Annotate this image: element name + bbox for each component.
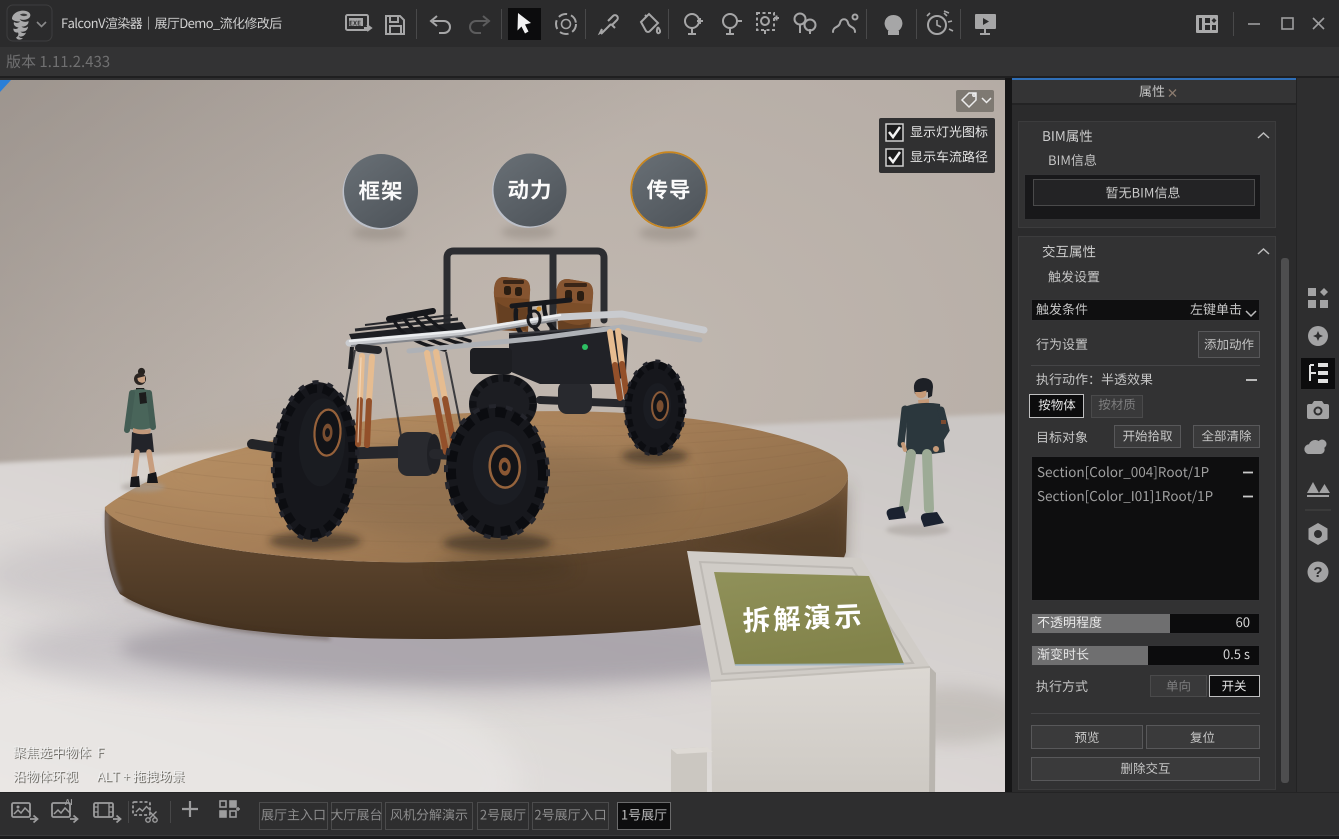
svg-text:?: ? (1313, 564, 1322, 581)
